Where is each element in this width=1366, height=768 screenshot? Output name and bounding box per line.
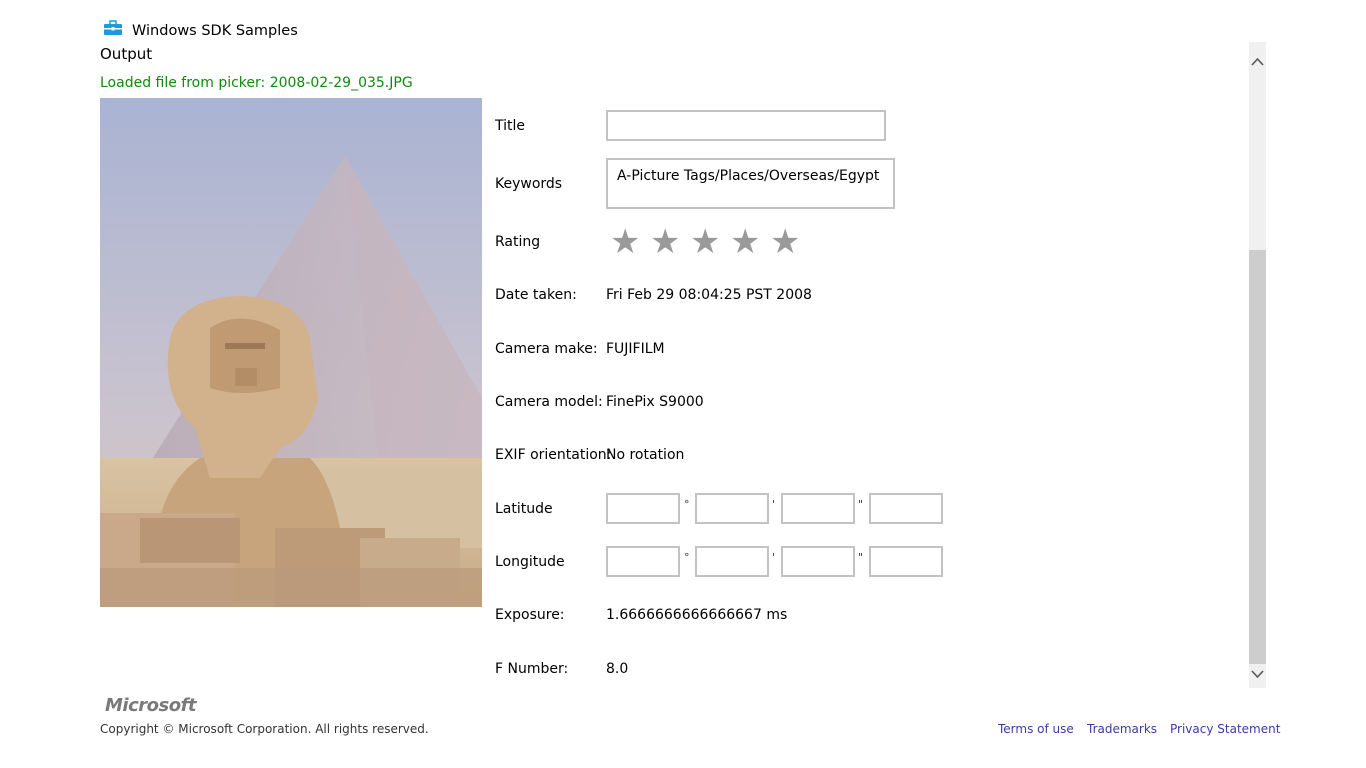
latitude-label: Latitude [495,501,553,517]
scroll-up-icon[interactable] [1249,56,1266,71]
copyright-text: Copyright © Microsoft Corporation. All r… [100,722,429,736]
date-taken-value: Fri Feb 29 08:04:25 PST 2008 [606,287,812,303]
section-title: Output [100,45,153,63]
app-title: Windows SDK Samples [132,23,298,39]
camera-model-value: FinePix S9000 [606,394,704,410]
exposure-value: 1.6666666666666667 ms [606,607,788,623]
photo-preview [100,98,482,607]
minute-symbol: ' [772,551,776,564]
latitude-degrees-field[interactable] [606,493,680,524]
degree-symbol: ° [684,498,690,511]
title-field[interactable] [606,110,886,141]
toolbox-icon [103,20,123,36]
longitude-seconds-field[interactable] [781,546,855,577]
status-message: Loaded file from picker: 2008-02-29_035.… [100,75,413,91]
second-symbol: " [858,551,864,564]
rating-star-4[interactable]: ★ [730,225,760,259]
microsoft-logo: Microsoft [105,695,197,716]
camera-make-value: FUJIFILM [606,341,665,357]
rating-label: Rating [495,234,541,250]
trademarks-link[interactable]: Trademarks [1087,722,1157,736]
keywords-label: Keywords [495,176,563,192]
minute-symbol: ' [772,498,776,511]
scrollbar-thumb[interactable] [1249,250,1266,664]
camera-model-label: Camera model: [495,394,603,410]
exif-orientation-label: EXIF orientation: [495,447,612,463]
rating-star-5[interactable]: ★ [770,225,800,259]
longitude-label: Longitude [495,554,565,570]
camera-make-label: Camera make: [495,341,598,357]
title-label: Title [495,118,526,134]
exif-orientation-value: No rotation [606,447,685,463]
latitude-ref-field[interactable] [869,493,943,524]
fnumber-label: F Number: [495,661,569,677]
rating-star-3[interactable]: ★ [690,225,720,259]
keywords-field[interactable]: A-Picture Tags/Places/Overseas/Egypt [606,158,895,209]
privacy-statement-link[interactable]: Privacy Statement [1170,722,1280,736]
date-taken-label: Date taken: [495,287,577,303]
second-symbol: " [858,498,864,511]
terms-of-use-link[interactable]: Terms of use [998,722,1074,736]
longitude-degrees-field[interactable] [606,546,680,577]
latitude-seconds-field[interactable] [781,493,855,524]
rating-star-2[interactable]: ★ [650,225,680,259]
longitude-ref-field[interactable] [869,546,943,577]
exposure-label: Exposure: [495,607,565,623]
latitude-minutes-field[interactable] [695,493,769,524]
longitude-minutes-field[interactable] [695,546,769,577]
fnumber-value: 8.0 [606,661,629,677]
rating-star-1[interactable]: ★ [610,225,640,259]
scroll-down-icon[interactable] [1249,668,1266,683]
degree-symbol: ° [684,551,690,564]
